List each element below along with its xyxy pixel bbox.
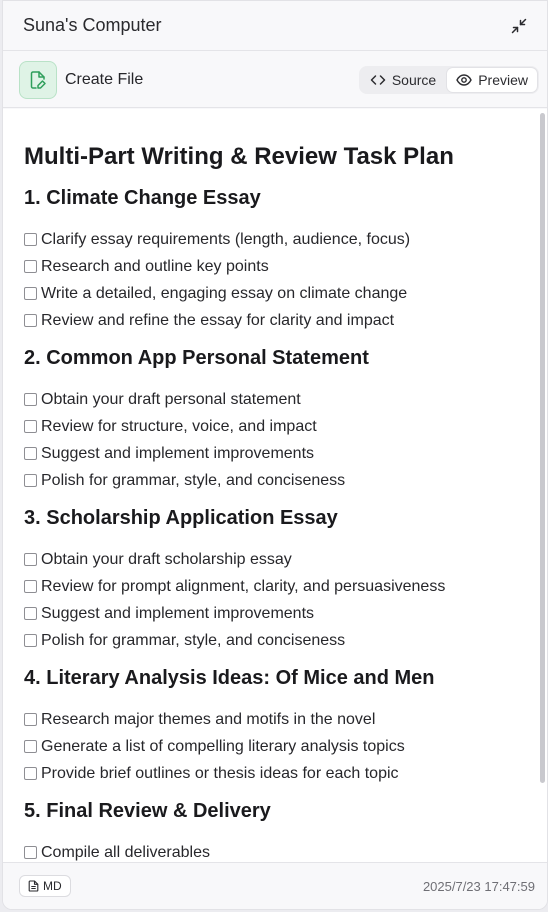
- section-scholarship-essay: 3. Scholarship Application Essay Obtain …: [24, 506, 527, 654]
- task-label: Provide brief outlines or thesis ideas f…: [41, 764, 399, 782]
- task-item: Polish for grammar, style, and concisene…: [24, 467, 527, 494]
- task-checkbox[interactable]: [24, 767, 37, 780]
- section-final-review: 5. Final Review & Delivery Compile all d…: [24, 799, 527, 862]
- task-label: Review for structure, voice, and impact: [41, 417, 317, 435]
- task-item: Obtain your draft scholarship essay: [24, 546, 527, 573]
- section-heading: 4. Literary Analysis Ideas: Of Mice and …: [24, 667, 435, 689]
- task-checkbox[interactable]: [24, 260, 37, 273]
- task-checkbox[interactable]: [24, 447, 37, 460]
- section-heading: 1. Climate Change Essay: [24, 187, 261, 209]
- view-mode-toggle: Source Preview: [358, 65, 539, 94]
- task-label: Compile all deliverables: [41, 843, 210, 861]
- task-item: Review for prompt alignment, clarity, an…: [24, 573, 527, 600]
- task-label: Research major themes and motifs in the …: [41, 710, 376, 728]
- markdown-preview: Multi-Part Writing & Review Task Plan 1.…: [3, 109, 547, 862]
- task-checkbox[interactable]: [24, 393, 37, 406]
- section-personal-statement: 2. Common App Personal Statement Obtain …: [24, 346, 527, 494]
- scrollbar-thumb[interactable]: [540, 113, 545, 783]
- task-checkbox[interactable]: [24, 553, 37, 566]
- task-item: Generate a list of compelling literary a…: [24, 733, 527, 760]
- section-heading: 3. Scholarship Application Essay: [24, 507, 338, 529]
- task-label: Clarify essay requirements (length, audi…: [41, 230, 411, 248]
- task-item: Research major themes and motifs in the …: [24, 706, 527, 733]
- task-checkbox[interactable]: [24, 287, 37, 300]
- task-checkbox[interactable]: [24, 634, 37, 647]
- task-item: Review and refine the essay for clarity …: [24, 307, 527, 334]
- task-checkbox[interactable]: [24, 420, 37, 433]
- task-checkbox[interactable]: [24, 580, 37, 593]
- task-label: Research and outline key points: [41, 257, 269, 275]
- task-label: Suggest and implement improvements: [41, 604, 315, 622]
- tab-preview[interactable]: Preview: [447, 67, 537, 92]
- task-checkbox[interactable]: [24, 607, 37, 620]
- task-checkbox[interactable]: [24, 846, 37, 859]
- panel-title: Suna's Computer: [23, 15, 162, 35]
- section-heading: 5. Final Review & Delivery: [24, 800, 271, 822]
- task-checkbox[interactable]: [24, 713, 37, 726]
- panel-footer: MD 2025/7/23 17:47:59: [3, 862, 547, 909]
- tab-preview-label: Preview: [478, 71, 528, 88]
- file-icon: [28, 880, 39, 892]
- task-item: Suggest and implement improvements: [24, 600, 527, 627]
- task-item: Research and outline key points: [24, 253, 527, 280]
- task-item: Review for structure, voice, and impact: [24, 413, 527, 440]
- task-checkbox[interactable]: [24, 474, 37, 487]
- document-title: Multi-Part Writing & Review Task Plan: [24, 143, 454, 170]
- task-item: Provide brief outlines or thesis ideas f…: [24, 760, 527, 787]
- tab-source[interactable]: Source: [361, 68, 445, 92]
- timestamp: 2025/7/23 17:47:59: [422, 878, 535, 894]
- tab-source-label: Source: [391, 71, 437, 88]
- task-item: Clarify essay requirements (length, audi…: [24, 226, 527, 253]
- task-label: Review and refine the essay for clarity …: [41, 311, 395, 329]
- minimize-button[interactable]: [507, 14, 531, 38]
- section-literary-analysis: 4. Literary Analysis Ideas: Of Mice and …: [24, 666, 527, 787]
- section-heading: 2. Common App Personal Statement: [24, 347, 369, 369]
- section-climate-essay: 1. Climate Change Essay Clarify essay re…: [24, 186, 527, 334]
- task-checkbox[interactable]: [24, 740, 37, 753]
- task-item: Write a detailed, engaging essay on clim…: [24, 280, 527, 307]
- tool-name: Create File: [65, 70, 144, 88]
- code-icon: [370, 74, 386, 85]
- task-item: Compile all deliverables: [24, 839, 527, 862]
- task-label: Polish for grammar, style, and concisene…: [41, 631, 346, 649]
- file-format-badge: MD: [19, 875, 71, 897]
- tool-header: Create File Source Preview: [3, 52, 547, 108]
- task-label: Generate a list of compelling literary a…: [41, 737, 405, 755]
- task-item: Polish for grammar, style, and concisene…: [24, 627, 527, 654]
- task-item: Obtain your draft personal statement: [24, 386, 527, 413]
- task-label: Suggest and implement improvements: [41, 444, 315, 462]
- task-checkbox[interactable]: [24, 233, 37, 246]
- computer-panel: Suna's Computer Create File Source Previ…: [2, 0, 548, 910]
- task-label: Polish for grammar, style, and concisene…: [41, 471, 346, 489]
- file-format-label: MD: [43, 879, 62, 893]
- eye-icon: [456, 73, 472, 86]
- collapse-arrows-icon: [511, 18, 527, 33]
- file-edit-icon: [19, 60, 57, 99]
- panel-titlebar: Suna's Computer: [3, 1, 547, 51]
- task-checkbox[interactable]: [24, 314, 37, 327]
- task-label: Review for prompt alignment, clarity, an…: [41, 577, 446, 595]
- task-label: Obtain your draft scholarship essay: [41, 550, 292, 568]
- task-label: Write a detailed, engaging essay on clim…: [41, 284, 408, 302]
- task-label: Obtain your draft personal statement: [41, 390, 301, 408]
- task-item: Suggest and implement improvements: [24, 440, 527, 467]
